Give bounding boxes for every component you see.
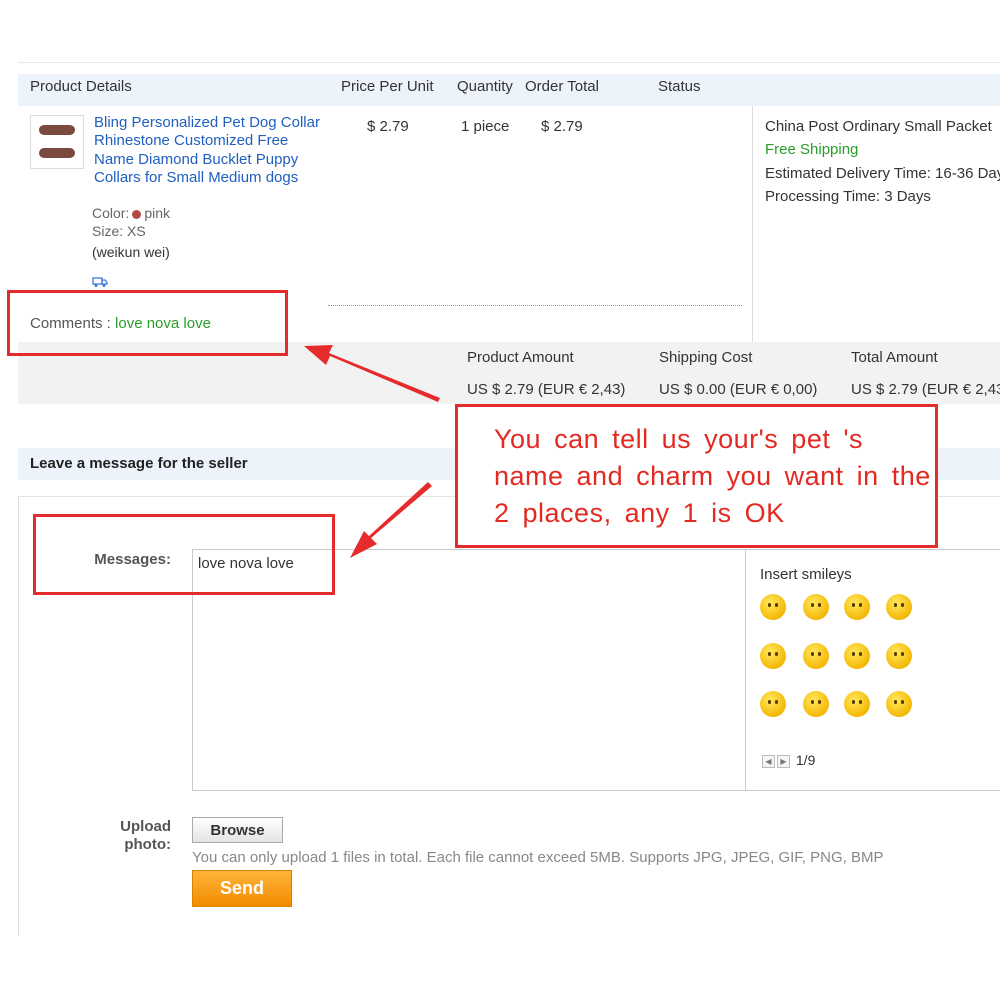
arrow-to-comments <box>304 345 440 402</box>
arrow-to-messages <box>350 482 432 558</box>
annotation-callout: You can tell us your's pet 's name and c… <box>455 404 938 548</box>
